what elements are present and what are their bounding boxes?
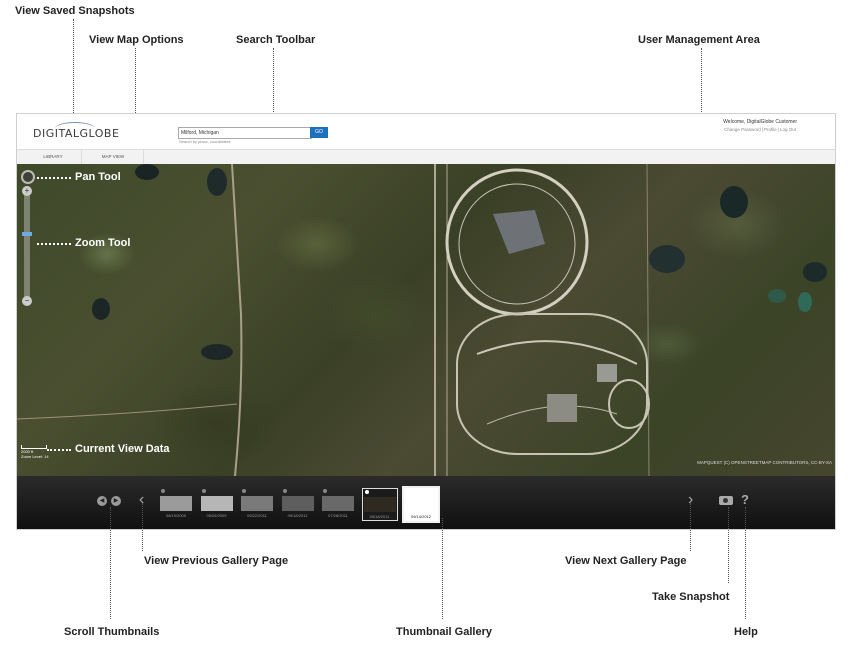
search-go-button[interactable]: GO [310, 127, 328, 138]
thumbnail-image [363, 497, 396, 512]
log-out-link[interactable]: Log Out [780, 127, 796, 132]
thumbnail-image [160, 496, 192, 511]
thumbnail[interactable]: 09/18/2011 [281, 488, 315, 519]
map-imagery [17, 164, 827, 476]
thumbnail[interactable]: 07/28/2011 [321, 488, 355, 519]
thumbnail-indicator [282, 489, 287, 493]
thumbnail[interactable]: 09/14/2012 [402, 486, 440, 523]
callout-view-map-options: View Map Options [89, 34, 184, 46]
thumbnail-indicator [323, 489, 327, 493]
search-hint: Search by place, coordinates [179, 139, 231, 144]
thumbnail-date: 09/26/2009 [206, 513, 227, 518]
tab-map-view[interactable]: MAP VIEW [83, 150, 144, 164]
scroll-thumbnails-right-button[interactable]: ▶ [111, 496, 121, 506]
thumbnail-date: 09/18/2011 [287, 513, 308, 518]
thumbnail-indicator [201, 489, 206, 493]
search-input[interactable]: Milford, Michigan [178, 127, 312, 139]
thumbnail-image [322, 496, 354, 511]
pan-tool[interactable] [21, 170, 35, 184]
map-attribution: MAPQUEST (C) OPENSTREETMAP CONTRIBUTORS,… [697, 460, 832, 465]
zoom-out-button[interactable]: − [22, 296, 32, 306]
callout-zoom-tool: Zoom Tool [75, 237, 131, 249]
callout-view-previous-gallery-page: View Previous Gallery Page [144, 555, 289, 567]
thumbnail-date: 09/14/2012 [410, 514, 432, 519]
thumbnail-indicator [364, 490, 369, 494]
welcome-message: Welcome, DigitalGlobe Customer [723, 119, 797, 125]
thumbnail-indicator [242, 489, 246, 493]
thumbnail-date: 09/18/2011 [369, 514, 390, 519]
thumbnail-image [405, 496, 437, 511]
thumbnail-gallery-bar: ◀ ▶ ‹ 08/19/2009 09/26/2009 09/22/2011 09/1… [17, 476, 835, 529]
tab-library[interactable]: LIBRARY [25, 150, 82, 164]
thumbnail[interactable]: 08/19/2009 [159, 488, 193, 519]
zoom-slider-handle[interactable] [22, 232, 32, 237]
zoom-in-button[interactable]: + [22, 186, 32, 196]
zoom-slider[interactable] [24, 186, 30, 304]
satellite-map[interactable]: + − 2000 ft Zoom Level: 14 MAPQUEST (C) … [17, 164, 835, 476]
thumbnail-image [281, 496, 314, 511]
thumbnail-date: 08/19/2009 [165, 513, 187, 518]
thumbnail-date: 09/22/2011 [247, 513, 267, 518]
digitalglobe-logo: DIGITALGLOBE [33, 127, 120, 140]
callout-thumbnail-gallery: Thumbnail Gallery [396, 626, 492, 638]
callout-view-saved-snapshots: View Saved Snapshots [15, 5, 135, 17]
callout-current-view-data: Current View Data [75, 443, 170, 455]
thumbnail-image [241, 496, 273, 511]
thumbnail-indicator [406, 489, 410, 493]
header-bar: DIGITALGLOBE Milford, Michigan GO Search… [17, 114, 835, 149]
callout-view-next-gallery-page: View Next Gallery Page [565, 555, 687, 567]
scroll-thumbnails-left-button[interactable]: ◀ [97, 496, 107, 506]
callout-user-management-area: User Management Area [638, 34, 760, 46]
thumbnail[interactable]: 09/18/2011 [361, 488, 398, 521]
change-password-link[interactable]: Change Password [724, 127, 761, 132]
current-view-data: 2000 ft Zoom Level: 14 [21, 449, 49, 459]
view-info: Zoom Level: 14 [21, 454, 49, 459]
profile-link[interactable]: Profile [764, 127, 777, 132]
camera-icon[interactable] [719, 496, 733, 505]
thumbnail[interactable]: 09/26/2009 [200, 488, 234, 519]
app-window: DIGITALGLOBE Milford, Michigan GO Search… [16, 113, 836, 530]
thumbnail-date: 07/28/2011 [328, 513, 348, 518]
callout-search-toolbar: Search Toolbar [236, 34, 316, 46]
tab-bar: LIBRARY MAP VIEW [17, 149, 835, 165]
callout-pan-tool: Pan Tool [75, 171, 121, 183]
thumbnail-indicator [161, 489, 165, 493]
thumbnail-image [200, 496, 233, 511]
account-links: Change Password|Profile|Log Out [724, 127, 796, 132]
thumbnail[interactable]: 09/22/2011 [240, 488, 274, 519]
callout-scroll-thumbnails: Scroll Thumbnails [64, 626, 160, 638]
callout-take-snapshot: Take Snapshot [652, 591, 730, 603]
help-icon[interactable]: ? [741, 492, 749, 507]
callout-help: Help [734, 626, 758, 638]
